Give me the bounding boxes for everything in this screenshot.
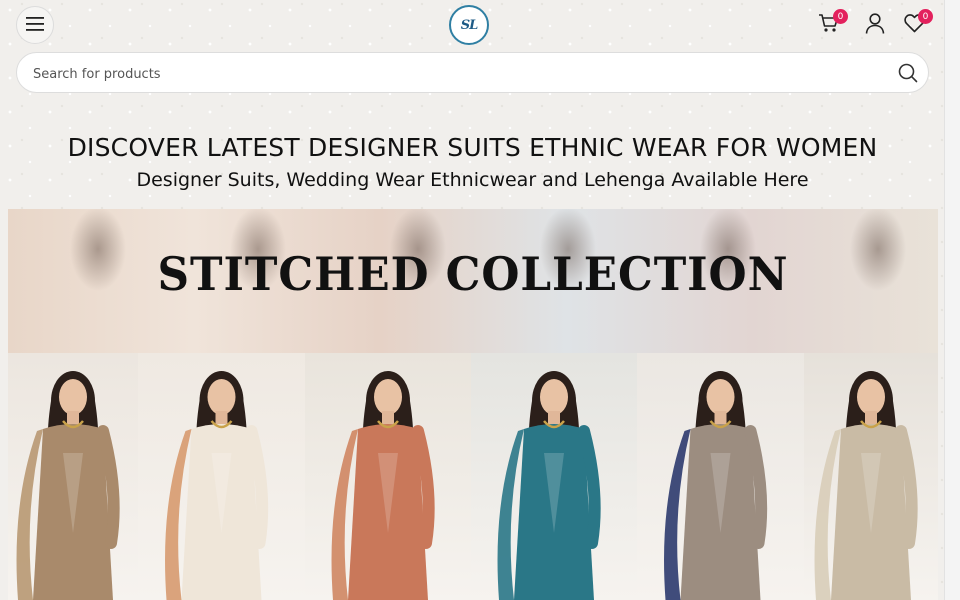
model-figure — [664, 371, 768, 600]
model-photo-6 — [804, 353, 938, 600]
search-input[interactable] — [31, 62, 885, 86]
banner-title: STITCHED COLLECTION — [157, 247, 789, 301]
model-figure — [497, 371, 601, 600]
search-button[interactable] — [898, 63, 918, 83]
hamburger-menu-icon — [26, 16, 44, 35]
page-heading: DISCOVER LATEST DESIGNER SUITS ETHNIC WE… — [67, 133, 878, 162]
model-figure — [814, 371, 918, 600]
model-photo-4 — [471, 353, 637, 600]
wishlist-button[interactable]: 0 — [903, 9, 933, 36]
account-button[interactable] — [864, 12, 886, 38]
user-icon — [865, 12, 885, 38]
model-photo-3 — [305, 353, 471, 600]
page: SL 0 0 Search for products DISCOVER LATE… — [0, 0, 945, 600]
search-icon — [898, 63, 918, 87]
model-figure — [331, 371, 435, 600]
cart-button[interactable]: 0 — [818, 9, 848, 36]
model-figure — [165, 371, 269, 600]
banner-header-area: STITCHED COLLECTION — [8, 209, 938, 353]
wishlist-count-badge: 0 — [918, 9, 933, 24]
model-photo-5 — [637, 353, 804, 600]
cart-count-badge: 0 — [833, 9, 848, 24]
model-photo-1 — [8, 353, 138, 600]
stitched-collection-banner[interactable]: STITCHED COLLECTION — [8, 209, 938, 600]
model-figure — [16, 371, 120, 600]
banner-models — [8, 353, 938, 600]
menu-button[interactable] — [16, 6, 54, 44]
scrollbar[interactable] — [944, 0, 960, 600]
site-header: SL 0 0 — [0, 0, 945, 50]
site-logo[interactable]: SL — [449, 5, 489, 45]
model-photo-2 — [138, 353, 305, 600]
page-subheading: Designer Suits, Wedding Wear Ethnicwear … — [136, 169, 809, 191]
search-bar — [16, 52, 929, 93]
logo-text: SL — [460, 17, 479, 33]
